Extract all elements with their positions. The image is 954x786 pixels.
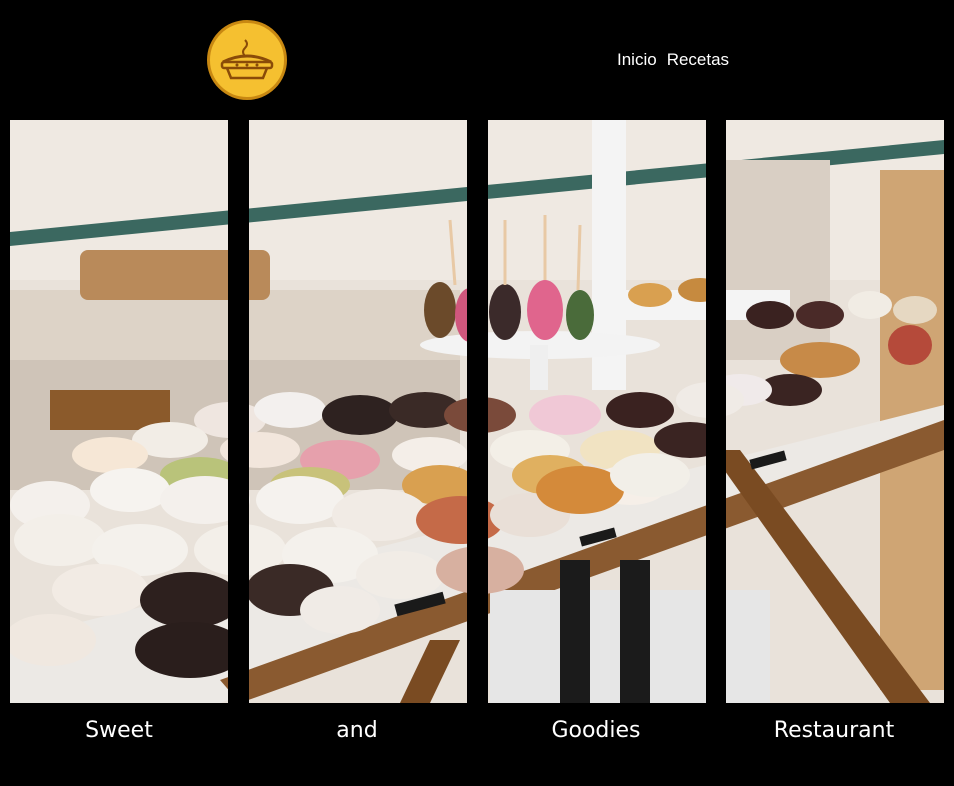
caption-goodies: Goodies	[551, 718, 641, 743]
photo-panel-4	[726, 120, 944, 703]
nav-inicio[interactable]: Inicio	[617, 50, 657, 70]
photo-panel-1	[10, 120, 228, 703]
photo-panel-3	[488, 120, 706, 703]
caption-and: and	[336, 718, 378, 743]
pie-logo[interactable]	[207, 20, 287, 100]
top-nav: Inicio Recetas	[617, 50, 729, 70]
bakery-photo-slice	[10, 120, 228, 703]
caption-restaurant: Restaurant	[773, 718, 895, 743]
nav-recetas[interactable]: Recetas	[667, 50, 729, 70]
pie-icon	[220, 39, 274, 80]
caption-sweet: Sweet	[85, 718, 153, 743]
photo-panel-2	[249, 120, 467, 703]
bakery-photo-slice	[488, 120, 706, 703]
bakery-photo-slice	[726, 120, 944, 703]
bakery-photo-slice	[249, 120, 467, 703]
